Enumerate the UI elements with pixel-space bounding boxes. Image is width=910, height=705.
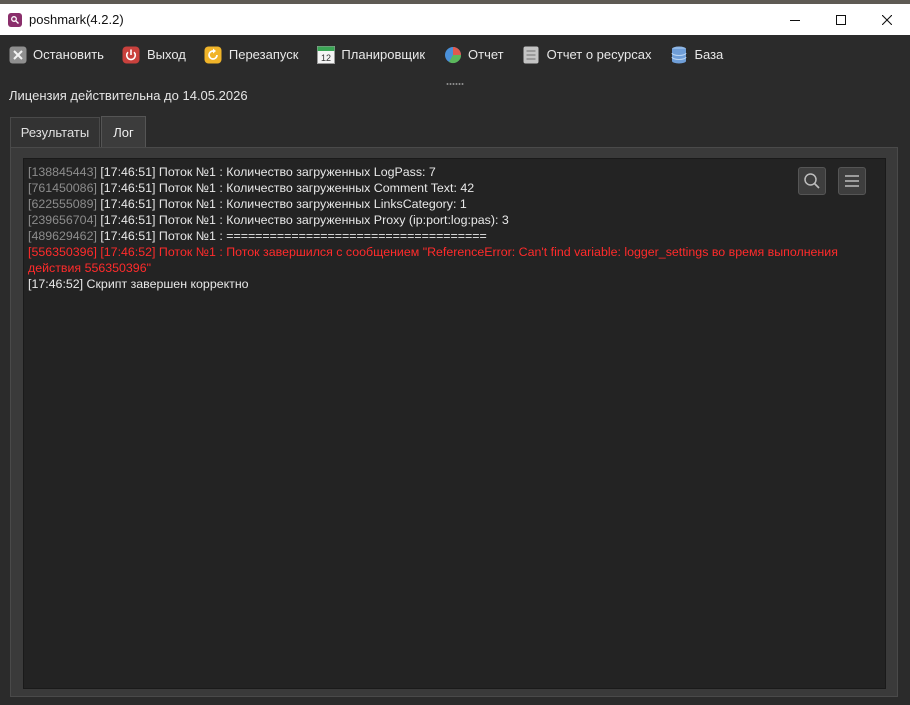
calendar-icon: 12	[316, 45, 335, 64]
log-line: [138845443] [17:46:51] Поток №1 : Количе…	[28, 164, 883, 180]
minimize-button[interactable]	[772, 4, 818, 35]
report-button[interactable]: Отчет	[435, 40, 514, 70]
log-thread-id: [489629462]	[28, 229, 97, 243]
report-label: Отчет	[468, 47, 504, 62]
restart-button[interactable]: Перезапуск	[196, 40, 309, 70]
log-menu-button[interactable]	[838, 167, 866, 195]
close-icon	[882, 14, 892, 25]
restart-label: Перезапуск	[228, 47, 299, 62]
database-button[interactable]: База	[661, 40, 733, 70]
pie-chart-icon	[443, 45, 462, 64]
log-lines: [138845443] [17:46:51] Поток №1 : Количе…	[28, 164, 883, 292]
scheduler-label: Планировщик	[341, 47, 426, 62]
splitter-handle[interactable]	[446, 82, 464, 86]
database-icon	[669, 45, 688, 64]
title-bar: poshmark(4.2.2)	[0, 4, 910, 35]
resource-report-label: Отчет о ресурсах	[546, 47, 652, 62]
log-text: [17:46:51] Поток №1 : Количество загруже…	[96, 197, 467, 211]
log-thread-id: [761450086]	[28, 181, 97, 195]
search-icon	[804, 173, 820, 189]
resource-report-button[interactable]: Отчет о ресурсах	[514, 40, 662, 70]
log-text: [17:46:52] Поток №1 : Поток завершился с…	[28, 245, 838, 275]
database-label: База	[694, 47, 724, 62]
document-icon	[522, 45, 541, 64]
exit-label: Выход	[146, 47, 186, 62]
log-line: [239656704] [17:46:51] Поток №1 : Количе…	[28, 212, 883, 228]
log-line: [761450086] [17:46:51] Поток №1 : Количе…	[28, 180, 883, 196]
tab-results[interactable]: Результаты	[10, 117, 100, 147]
menu-icon	[845, 175, 859, 187]
log-thread-id: [138845443]	[28, 165, 97, 179]
log-thread-id: [239656704]	[28, 213, 97, 227]
log-line: [17:46:52] Скрипт завершен корректно	[28, 276, 883, 292]
toolbar: Остановить Выход Перезапуск 12 Планировщ…	[0, 35, 910, 74]
log-text: [17:46:51] Поток №1 : Количество загруже…	[96, 165, 436, 179]
close-button[interactable]	[864, 4, 910, 35]
stop-button[interactable]: Остановить	[0, 40, 114, 70]
restart-icon	[204, 45, 223, 64]
app-icon	[8, 12, 22, 27]
maximize-icon	[836, 14, 846, 25]
power-icon	[122, 45, 141, 64]
log-thread-id: [556350396]	[28, 245, 97, 259]
svg-text:12: 12	[321, 53, 331, 63]
log-line: [622555089] [17:46:51] Поток №1 : Количе…	[28, 196, 883, 212]
scheduler-button[interactable]: 12 Планировщик	[308, 40, 435, 70]
log-thread-id: [622555089]	[28, 197, 97, 211]
log-line: [489629462] [17:46:51] Поток №1 : ======…	[28, 228, 883, 244]
log-area[interactable]: [138845443] [17:46:51] Поток №1 : Количе…	[23, 158, 886, 689]
log-text: [17:46:51] Поток №1 : ==================…	[96, 229, 487, 243]
log-search-button[interactable]	[798, 167, 826, 195]
license-text: Лицензия действительна до 14.05.2026	[9, 88, 248, 103]
minimize-icon	[790, 19, 800, 21]
window-title: poshmark(4.2.2)	[29, 12, 124, 27]
stop-icon	[8, 45, 27, 64]
tab-log[interactable]: Лог	[101, 116, 146, 148]
stop-label: Остановить	[33, 47, 104, 62]
log-line-error: [556350396] [17:46:52] Поток №1 : Поток …	[28, 244, 883, 276]
log-text: [17:46:51] Поток №1 : Количество загруже…	[96, 181, 475, 195]
exit-button[interactable]: Выход	[114, 40, 196, 70]
log-text: [17:46:52] Скрипт завершен корректно	[28, 277, 249, 291]
maximize-button[interactable]	[818, 4, 864, 35]
log-text: [17:46:51] Поток №1 : Количество загруже…	[96, 213, 509, 227]
